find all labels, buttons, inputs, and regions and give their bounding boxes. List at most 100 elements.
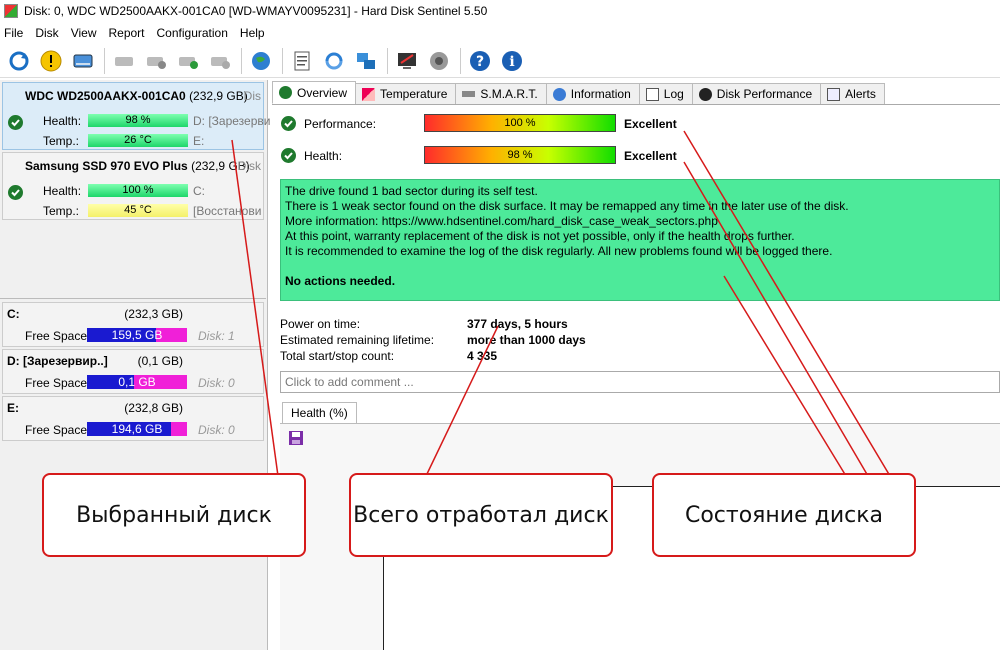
message-line: It is recommended to examine the log of … xyxy=(285,244,833,258)
tab-label: Information xyxy=(570,87,631,101)
callout-disk-status: Состояние диска xyxy=(652,473,916,557)
health-ok-icon xyxy=(8,185,23,200)
partition-card-e[interactable]: E: (232,8 GB) Free Space 194,6 GB Disk: … xyxy=(2,396,264,441)
toolbar-separator xyxy=(282,47,283,74)
free-space-label: Free Space xyxy=(25,329,88,343)
disk-name: WDC WD2500AAKX-001CA0 (232,9 GB) xyxy=(25,89,248,103)
free-space-value: 0,1 GB xyxy=(118,375,156,389)
partition-card-c[interactable]: C: (232,3 GB) Free Space 159,5 GB Disk: … xyxy=(2,302,264,347)
help-icon[interactable]: ? xyxy=(465,46,495,76)
comment-input[interactable]: Click to add comment ... xyxy=(280,371,1000,393)
menu-report[interactable]: Report xyxy=(102,26,150,40)
warning-icon[interactable] xyxy=(36,46,66,76)
alerts-icon xyxy=(827,87,841,101)
free-space-label: Free Space xyxy=(25,423,88,437)
toolbar: ? i xyxy=(0,44,1000,78)
power-on-label: Power on time: xyxy=(280,317,361,331)
partition-name: C: xyxy=(7,307,20,321)
tab-label: S.M.A.R.T. xyxy=(480,87,538,101)
performance-label: Performance: xyxy=(304,117,377,131)
save-icon[interactable] xyxy=(288,430,304,446)
report-icon[interactable] xyxy=(287,46,317,76)
tab-alerts[interactable]: Alerts xyxy=(820,83,885,104)
performance-bar: 100 % xyxy=(424,114,616,132)
svg-text:?: ? xyxy=(476,54,484,70)
partition-letter: E: xyxy=(193,134,205,148)
partition-size: (232,8 GB) xyxy=(124,401,183,415)
toolbar-separator xyxy=(104,47,105,74)
partition-disk: Disk: 0 xyxy=(198,423,235,437)
action-text: No actions needed. xyxy=(285,274,396,288)
lifetime-value: more than 1000 days xyxy=(467,333,586,347)
terminal-icon[interactable] xyxy=(392,46,422,76)
disk-model: WDC WD2500AAKX-001CA0 xyxy=(25,89,186,103)
partition-card-d[interactable]: D: [Зарезервир..] (0,1 GB) Free Space 0,… xyxy=(2,349,264,394)
menu-view[interactable]: View xyxy=(65,26,103,40)
network-icon[interactable] xyxy=(351,46,381,76)
info-icon xyxy=(552,87,566,101)
free-space-bar: 0,1 GB xyxy=(87,375,187,389)
toolbar-separator xyxy=(387,47,388,74)
tab-disk-performance[interactable]: Disk Performance xyxy=(691,83,822,104)
partition-name: E: xyxy=(7,401,19,415)
tab-label: Log xyxy=(663,87,684,101)
startstop-label: Total start/stop count: xyxy=(280,349,395,363)
free-space-value: 194,6 GB xyxy=(111,422,163,436)
performance-icon xyxy=(698,87,712,101)
message-line: The drive found 1 bad sector during its … xyxy=(285,184,538,198)
refresh-icon[interactable] xyxy=(4,46,34,76)
performance-ok-icon xyxy=(281,116,296,131)
disk-card-samsung[interactable]: Samsung SSD 970 EVO Plus (232,9 GB) Disk… xyxy=(2,152,264,220)
globe-icon[interactable] xyxy=(246,46,276,76)
menu-configuration[interactable]: Configuration xyxy=(151,26,234,40)
disk-card-wdc[interactable]: WDC WD2500AAKX-001CA0 (232,9 GB) Dis Hea… xyxy=(2,82,270,150)
tab-overview[interactable]: Overview xyxy=(272,81,357,104)
tab-label: Temperature xyxy=(380,87,448,101)
health-ok-icon xyxy=(281,148,296,163)
health-status: Excellent xyxy=(624,149,677,163)
free-space-bar: 194,6 GB xyxy=(87,422,187,436)
info-icon[interactable]: i xyxy=(497,46,527,76)
free-space-label: Free Space xyxy=(25,376,88,390)
window-title: Disk: 0, WDC WD2500AAKX-001CA0 [WD-WMAYV… xyxy=(24,4,488,18)
disk-test-icon[interactable] xyxy=(141,46,171,76)
partition-letter: C: xyxy=(193,184,205,198)
toolbar-separator xyxy=(460,47,461,74)
message-line: There is 1 weak sector found on the disk… xyxy=(285,199,849,213)
svg-text:i: i xyxy=(509,54,514,70)
disk-model: Samsung SSD 970 EVO Plus xyxy=(25,159,188,173)
disk-check-icon[interactable] xyxy=(173,46,203,76)
partition-letter: D: [Зарезерви xyxy=(193,114,271,128)
menu-bar: File Disk View Report Configuration Help xyxy=(0,24,1000,42)
title-bar: Disk: 0, WDC WD2500AAKX-001CA0 [WD-WMAYV… xyxy=(0,0,1000,22)
menu-help[interactable]: Help xyxy=(234,26,271,40)
partition-disk: Disk: 0 xyxy=(198,376,235,390)
tab-information[interactable]: Information xyxy=(545,83,640,104)
disk-name: Samsung SSD 970 EVO Plus (232,9 GB) xyxy=(25,159,250,173)
partition-name: D: [Зарезервир..] xyxy=(7,354,108,368)
status-message-box: The drive found 1 bad sector during its … xyxy=(280,179,1000,301)
disk-icon[interactable] xyxy=(68,46,98,76)
tools-icon[interactable] xyxy=(109,46,139,76)
power-on-value: 377 days, 5 hours xyxy=(467,317,568,331)
tab-health-chart[interactable]: Health (%) xyxy=(282,402,357,423)
health-label: Health: xyxy=(43,184,82,198)
speaker-icon[interactable] xyxy=(424,46,454,76)
disk-settings-icon[interactable] xyxy=(205,46,235,76)
tab-log[interactable]: Log xyxy=(638,83,693,104)
update-icon[interactable] xyxy=(319,46,349,76)
menu-disk[interactable]: Disk xyxy=(29,26,64,40)
free-space-bar: 159,5 GB xyxy=(87,328,187,342)
overview-content: Performance: 100 % Excellent Health: 98 … xyxy=(272,105,1000,650)
performance-status: Excellent xyxy=(624,117,677,131)
tab-temperature[interactable]: Temperature xyxy=(355,83,457,104)
temp-label: Temp.: xyxy=(43,204,80,218)
tab-smart[interactable]: S.M.A.R.T. xyxy=(455,83,547,104)
health-ok-icon xyxy=(8,115,23,130)
health-label: Health: xyxy=(43,114,82,128)
menu-file[interactable]: File xyxy=(0,26,29,40)
tab-label: Disk Performance xyxy=(716,87,813,101)
check-icon xyxy=(279,86,292,99)
partition-size: (0,1 GB) xyxy=(137,354,183,368)
temp-label: Temp.: xyxy=(43,134,80,148)
